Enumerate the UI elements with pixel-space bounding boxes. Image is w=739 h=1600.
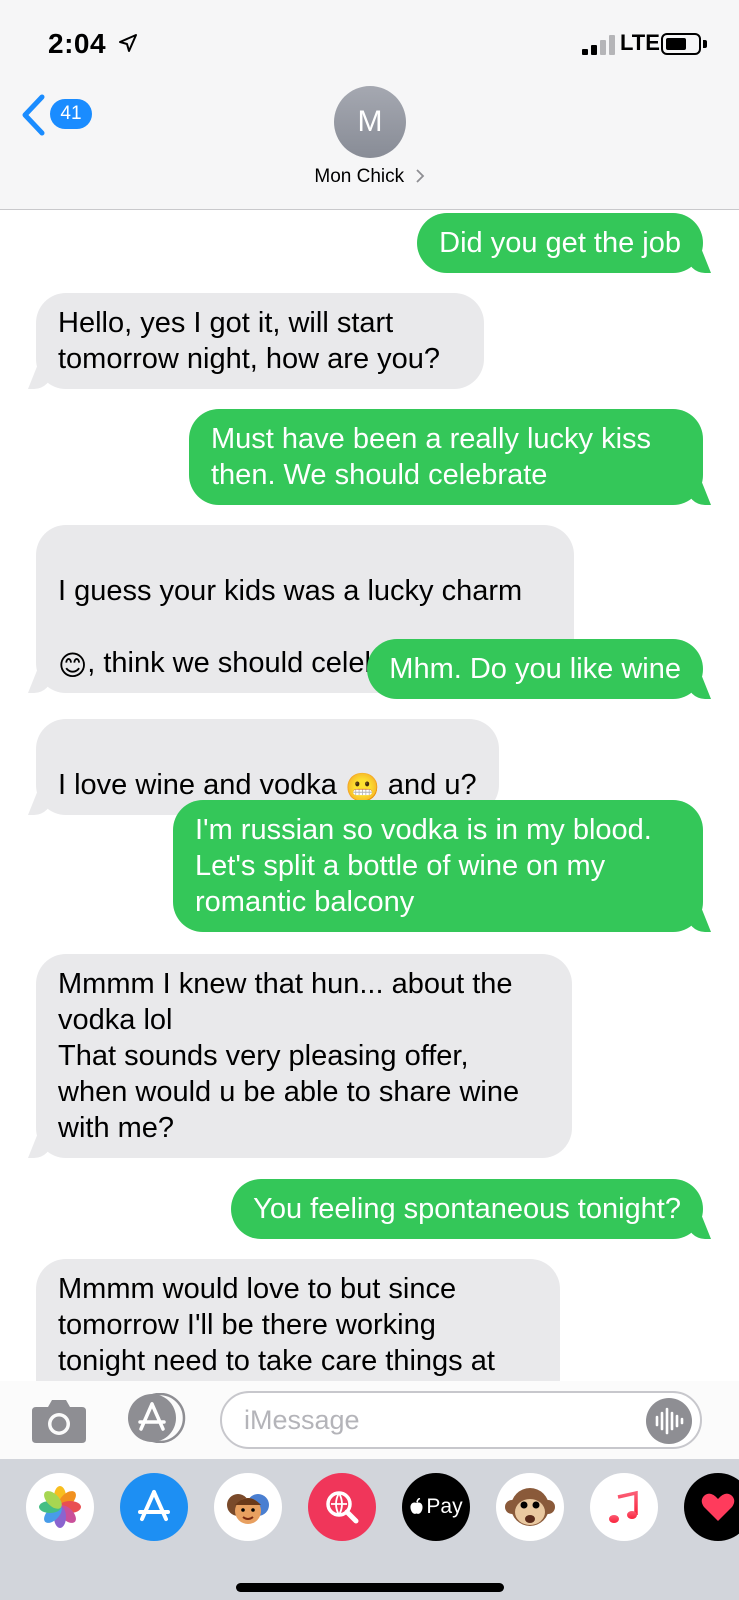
digital-touch-icon (701, 1493, 735, 1521)
imessage-app-drawer: Pay (0, 1459, 739, 1600)
chevron-left-icon (22, 94, 45, 136)
back-button[interactable]: 41 (20, 93, 100, 137)
message-bubble-outgoing[interactable]: Must have been a really lucky kiss then.… (189, 409, 703, 505)
message-bubble-incoming[interactable]: Hello, yes I got it, will start tomorrow… (36, 293, 484, 389)
digital-touch-app-button[interactable] (684, 1473, 739, 1541)
cellular-signal-icon (582, 35, 618, 55)
music-icon (609, 1490, 638, 1523)
message-text: I guess your kids was a lucky charm (58, 575, 523, 607)
memoji-app-button[interactable] (214, 1473, 282, 1541)
status-time: 2:04 (48, 28, 107, 59)
message-bubble-incoming[interactable]: Mmmm would love to but since tomorrow I'… (36, 1259, 560, 1381)
conversation-header: 2:04 LTE 41 M Mon Chick (0, 0, 739, 210)
grimacing-face-emoji: 😬 (344, 772, 380, 803)
web-search-icon (326, 1491, 359, 1524)
apple-pay-label: Pay (426, 1495, 463, 1518)
music-app-button[interactable] (590, 1473, 658, 1541)
message-input[interactable] (220, 1391, 702, 1449)
web-search-app-button[interactable] (308, 1473, 376, 1541)
waveform-icon (655, 1407, 684, 1435)
message-bubble-outgoing[interactable]: I'm russian so vodka is in my blood. Let… (173, 800, 703, 932)
message-text: and u? (379, 769, 477, 801)
message-bubble-outgoing[interactable]: Did you get the job (417, 213, 703, 273)
unread-count-badge: 41 (50, 99, 92, 129)
app-store-app-button[interactable] (120, 1473, 188, 1541)
message-bubble-outgoing[interactable]: You feeling spontaneous tonight? (231, 1179, 703, 1239)
chevron-right-icon (415, 169, 424, 183)
location-arrow-icon (119, 34, 137, 52)
status-bar: 2:04 LTE (0, 0, 739, 90)
apple-pay-app-button[interactable]: Pay (402, 1473, 470, 1541)
message-text: I love wine and vodka (58, 769, 345, 801)
compose-bar (0, 1381, 739, 1459)
app-store-icon (138, 1490, 170, 1521)
contact-avatar[interactable]: M (334, 86, 406, 158)
audio-message-button[interactable] (646, 1398, 692, 1444)
animoji-icon (505, 1488, 555, 1526)
camera-icon[interactable] (30, 1395, 88, 1445)
message-bubble-outgoing[interactable]: Mhm. Do you like wine (367, 639, 703, 699)
battery-icon (661, 33, 701, 55)
contact-name-button[interactable]: Mon Chick (0, 166, 739, 188)
animoji-app-button[interactable] (496, 1473, 564, 1541)
apple-pay-icon (410, 1498, 423, 1514)
battery-tip (703, 40, 707, 48)
contact-name: Mon Chick (314, 166, 405, 187)
app-store-button-icon[interactable] (122, 1393, 188, 1443)
message-thread[interactable]: Did you get the job Hello, yes I got it,… (0, 211, 739, 1381)
smiling-face-emoji: 😊 (58, 650, 88, 681)
home-indicator[interactable] (236, 1583, 504, 1592)
message-bubble-incoming[interactable]: Mmmm I knew that hun... about the vodka … (36, 954, 572, 1158)
photos-app-button[interactable] (26, 1473, 94, 1541)
network-type: LTE (620, 30, 660, 55)
photos-icon (39, 1486, 81, 1528)
memoji-icon (227, 1494, 269, 1524)
